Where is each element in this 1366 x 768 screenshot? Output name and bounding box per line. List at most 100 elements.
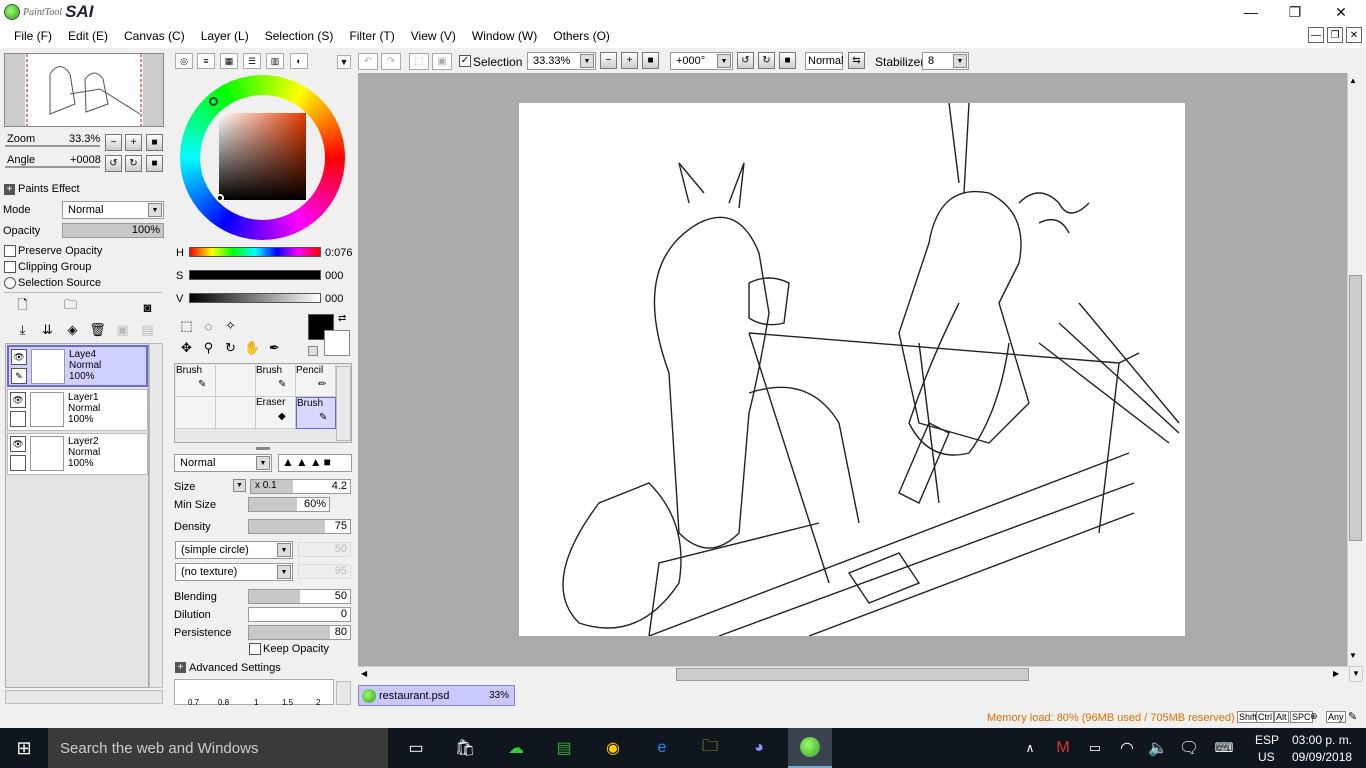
discord-icon[interactable]: ◕: [746, 736, 772, 760]
mdi-restore-icon[interactable]: ❐: [1327, 27, 1343, 43]
drawing-canvas[interactable]: [519, 102, 1185, 637]
preset-size[interactable]: 1.5: [282, 698, 293, 707]
color-mixer-tab-icon[interactable]: ◐: [290, 53, 308, 69]
battery-icon[interactable]: ▭: [1082, 736, 1108, 760]
clipping-group-checkbox[interactable]: [4, 261, 16, 273]
menu-canvas[interactable]: Canvas (C): [116, 29, 193, 43]
mdi-minimize-icon[interactable]: —: [1308, 27, 1324, 43]
horizontal-scrollbar[interactable]: ◀ ▶: [358, 666, 1349, 682]
brush-slot-2[interactable]: [216, 365, 256, 397]
menu-file[interactable]: File (F): [6, 29, 60, 43]
trash-icon[interactable]: 🗑: [87, 320, 108, 340]
sv-picker-handle-icon[interactable]: [216, 194, 224, 202]
layer-opacity-bar[interactable]: 100%: [62, 223, 164, 238]
size-mult-chevron-icon[interactable]: ▼: [233, 479, 246, 492]
secondary-color-swatch[interactable]: [324, 330, 350, 356]
toolbar-rotate-reset-icon[interactable]: ■: [779, 52, 796, 69]
layer-list-hscrollbar[interactable]: [5, 690, 163, 704]
expand-plus-icon[interactable]: +: [4, 184, 15, 195]
hue-picker-handle-icon[interactable]: [209, 97, 218, 106]
hand-tool-icon[interactable]: ✋: [242, 338, 263, 358]
density-bar[interactable]: 75: [248, 519, 351, 534]
new-layer-icon[interactable]: 🗋: [12, 297, 33, 317]
menu-view[interactable]: View (V): [403, 29, 464, 43]
rotate-reset-icon[interactable]: ■: [146, 155, 163, 172]
angle-slider[interactable]: [5, 166, 100, 168]
brush-slot-8[interactable]: Brush ✎: [296, 397, 336, 429]
layer-item-layer2[interactable]: 👁 Layer2 Normal 100%: [7, 433, 148, 475]
scroll-down-icon[interactable]: ▼: [1349, 651, 1357, 660]
preset-size[interactable]: 2: [316, 698, 320, 707]
view-mode-select[interactable]: Normal: [805, 52, 843, 70]
tray-expand-icon[interactable]: ∧: [1017, 736, 1043, 760]
hsv-slider-tab-icon[interactable]: ▦: [220, 53, 238, 69]
new-folder-icon[interactable]: 🗀: [60, 297, 81, 317]
corner-scroll-icon[interactable]: ▼: [1349, 666, 1363, 682]
visibility-eye-icon[interactable]: 👁: [11, 349, 27, 365]
lock-box-icon[interactable]: [10, 411, 26, 427]
min-size-bar[interactable]: 60%: [248, 497, 330, 512]
toolbar-rotate-left-icon[interactable]: ↺: [737, 52, 754, 69]
blending-bar[interactable]: 50: [248, 589, 351, 604]
merge-down-icon[interactable]: ⇊: [37, 320, 58, 340]
toolbar-zoom-out-icon[interactable]: −: [600, 52, 617, 69]
taskbar-search[interactable]: Search the web and Windows: [48, 728, 388, 768]
move-tool-icon[interactable]: ✥: [176, 338, 197, 358]
edge-icon[interactable]: e: [649, 736, 675, 760]
selection-checkbox[interactable]: ✓: [459, 55, 471, 67]
brush-lock-icon[interactable]: ✎: [11, 368, 27, 384]
selection-source-radio[interactable]: [4, 277, 16, 289]
saturation-value-square[interactable]: [219, 113, 306, 200]
rotate-right-icon[interactable]: ↻: [125, 155, 142, 172]
close-button[interactable]: ✕: [1318, 0, 1364, 24]
visibility-eye-icon[interactable]: 👁: [10, 436, 26, 452]
task-view-icon[interactable]: ▭: [403, 736, 429, 760]
brush-grid-scrollbar[interactable]: [336, 366, 351, 441]
eyedropper-icon[interactable]: ✒: [264, 338, 285, 358]
brush-texture-select[interactable]: (no texture) ▼: [175, 563, 293, 581]
toolbar-zoom-in-icon[interactable]: +: [621, 52, 638, 69]
zoom-select[interactable]: 33.33% ▼: [527, 52, 596, 70]
wifi-icon[interactable]: ◠: [1114, 736, 1140, 760]
notification-icon[interactable]: 🗨: [1176, 736, 1202, 760]
mdi-close-icon[interactable]: ✕: [1346, 27, 1362, 43]
brush-slot-4[interactable]: Pencil ✏: [296, 365, 336, 397]
menu-layer[interactable]: Layer (L): [193, 29, 257, 43]
antivirus-icon[interactable]: M: [1050, 736, 1076, 760]
vertical-scroll-thumb[interactable]: [1349, 275, 1362, 541]
zoom-tool-icon[interactable]: ⚲: [198, 338, 219, 358]
deselect-icon[interactable]: ⬚: [409, 53, 429, 70]
scroll-left-icon[interactable]: ◀: [361, 669, 367, 678]
zoom-in-icon[interactable]: +: [125, 134, 142, 151]
brush-slot-5[interactable]: [176, 397, 216, 429]
magic-wand-icon[interactable]: ✧: [220, 316, 241, 336]
sai-taskbar-icon[interactable]: [788, 728, 832, 768]
zoom-slider[interactable]: [5, 145, 100, 147]
persistence-bar[interactable]: 80: [248, 625, 351, 640]
toolbar-rotate-right-icon[interactable]: ↻: [758, 52, 775, 69]
swatches-tab-icon[interactable]: ☰: [243, 53, 261, 69]
preserve-opacity-checkbox[interactable]: [4, 245, 16, 257]
layer-mode-select[interactable]: Normal ▼: [62, 201, 164, 219]
minimize-button[interactable]: —: [1228, 0, 1274, 24]
visibility-eye-icon[interactable]: 👁: [10, 392, 26, 408]
swap-colors-icon[interactable]: ⇄: [338, 313, 346, 324]
menu-others[interactable]: Others (O): [545, 29, 618, 43]
expand-plus-icon[interactable]: +: [175, 662, 186, 673]
navigator-preview[interactable]: [4, 53, 164, 127]
scratchpad-tab-icon[interactable]: ▥: [266, 53, 284, 69]
chrome-icon[interactable]: ◉: [600, 736, 626, 760]
rect-select-icon[interactable]: ⬚: [176, 316, 197, 336]
lasso-select-icon[interactable]: ◌: [198, 316, 219, 336]
undo-icon[interactable]: ↶: [358, 53, 378, 70]
brush-slot-7[interactable]: Eraser ◆: [256, 397, 296, 429]
presets-scrollbar[interactable]: [336, 681, 351, 705]
lock-box-icon[interactable]: [10, 455, 26, 471]
input-language[interactable]: ESP: [1255, 733, 1279, 747]
notes-app-icon[interactable]: ▤: [551, 736, 577, 760]
input-region[interactable]: US: [1258, 750, 1275, 764]
rotate-left-icon[interactable]: ↺: [105, 155, 122, 172]
clock-time[interactable]: 03:00 p. m.: [1292, 733, 1352, 747]
rgb-slider-tab-icon[interactable]: ≡: [197, 53, 215, 69]
brush-shape-select[interactable]: (simple circle) ▼: [175, 541, 293, 559]
